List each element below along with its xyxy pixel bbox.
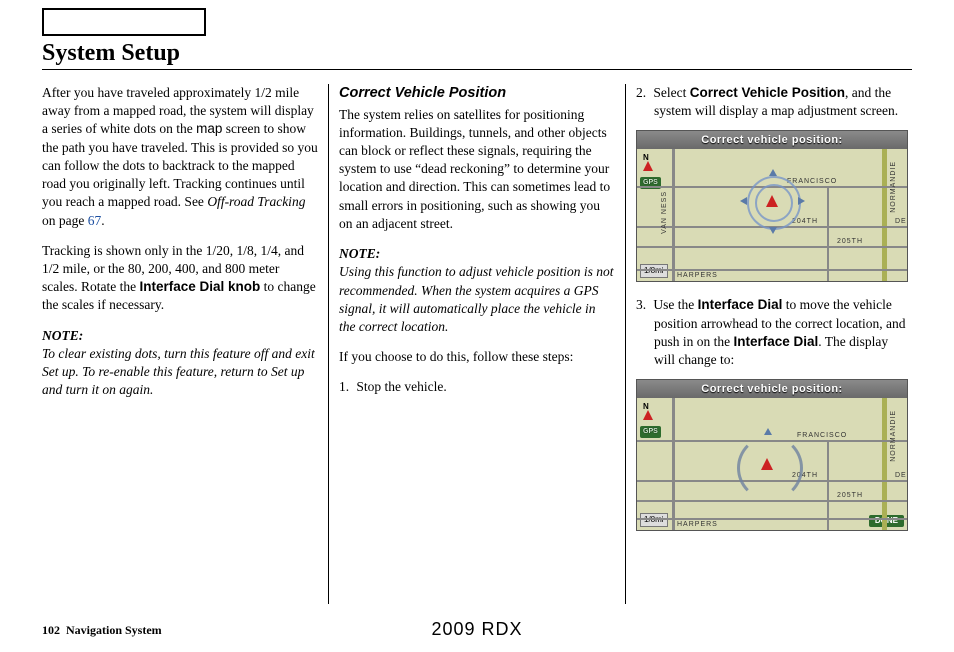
map-screenshot-1: Correct vehicle position: N GPS 1/8mi VA… xyxy=(636,130,908,282)
step1-text: Stop the vehicle. xyxy=(356,379,446,394)
text: Use the xyxy=(653,297,697,312)
text: . xyxy=(101,213,104,228)
compass-icon-2: N xyxy=(641,402,655,424)
dial-knob: Interface Dial knob xyxy=(139,279,260,294)
section-name: Navigation System xyxy=(66,623,162,637)
c2-para1: The system relies on satellites for posi… xyxy=(339,106,615,234)
lbl-vanness: VAN NESS xyxy=(660,191,669,234)
column-2: Correct Vehicle Position The system reli… xyxy=(328,84,626,604)
footer-model: 2009 RDX xyxy=(431,619,522,640)
gps-badge-2: GPS xyxy=(640,426,661,437)
tick-w xyxy=(740,197,747,205)
tick-s xyxy=(769,227,777,234)
scale-badge: 1/8mi xyxy=(640,264,668,278)
offroad-ref: Off-road Tracking xyxy=(207,194,305,209)
text: Select xyxy=(653,85,689,100)
scale-badge-2: 1/8mi xyxy=(640,513,668,527)
map-word: map xyxy=(196,121,222,136)
c1-para2: Tracking is shown only in the 1/20, 1/8,… xyxy=(42,242,318,315)
c2-para2: If you choose to do this, follow these s… xyxy=(339,348,615,366)
column-1: After you have traveled approximately 1/… xyxy=(42,84,328,604)
compass-icon: N xyxy=(641,153,655,175)
footer-left: 102 Navigation System xyxy=(42,623,162,638)
map1-header: Correct vehicle position: xyxy=(637,131,907,149)
cvp-label: Correct Vehicle Position xyxy=(690,85,845,100)
tick-e xyxy=(798,197,805,205)
lbl-harpers: HARPERS xyxy=(677,271,718,280)
lbl-205th: 205TH xyxy=(837,237,863,246)
road-v1 xyxy=(672,149,675,281)
vehicle-arrow-icon xyxy=(766,195,778,207)
vehicle-arrow-icon-2 xyxy=(761,458,773,470)
road-v3b xyxy=(827,440,829,530)
dial-2: Interface Dial xyxy=(734,334,819,349)
lbl-205th-2: 205TH xyxy=(837,491,863,500)
step-1: 1. Stop the vehicle. xyxy=(339,378,615,396)
compass-arrow-icon xyxy=(643,161,653,171)
page-title: System Setup xyxy=(42,40,912,70)
lbl-francisco-2: FRANCISCO xyxy=(797,431,847,440)
page: System Setup After you have traveled app… xyxy=(0,0,954,652)
road-v2 xyxy=(882,149,887,281)
dial-1: Interface Dial xyxy=(698,297,783,312)
page-link[interactable]: 67 xyxy=(88,213,102,228)
tick-n2 xyxy=(764,428,772,435)
lbl-de: DE xyxy=(895,217,907,226)
note-head-2: NOTE: xyxy=(339,245,615,263)
lbl-de-2: DE xyxy=(895,471,907,480)
lbl-normandie-2: NORMANDIE xyxy=(889,410,898,462)
columns: After you have traveled approximately 1/… xyxy=(42,84,912,604)
note-head: NOTE: xyxy=(42,327,318,345)
tick-n xyxy=(769,169,777,176)
road-v1b xyxy=(672,398,675,530)
note-body: To clear existing dots, turn this featur… xyxy=(42,345,318,400)
text: on page xyxy=(42,213,88,228)
page-number: 102 xyxy=(42,623,60,637)
lbl-204th: 204TH xyxy=(792,217,818,226)
map2-header: Correct vehicle position: xyxy=(637,380,907,398)
c1-para1: After you have traveled approximately 1/… xyxy=(42,84,318,230)
road-v3 xyxy=(827,186,829,281)
lbl-normandie: NORMANDIE xyxy=(889,161,898,213)
lbl-harpers-2: HARPERS xyxy=(677,520,718,529)
top-box xyxy=(42,8,206,36)
map-screenshot-2: Correct vehicle position: N GPS 1/8mi DO… xyxy=(636,379,908,531)
road-h3 xyxy=(637,246,907,248)
step-2: 2. Select Correct Vehicle Position, and … xyxy=(636,84,912,120)
subhead-cvp: Correct Vehicle Position xyxy=(339,84,615,104)
column-3: 2. Select Correct Vehicle Position, and … xyxy=(626,84,912,604)
compass-arrow-icon-2 xyxy=(643,410,653,420)
road-v2b xyxy=(882,398,887,530)
step-3: 3. Use the Interface Dial to move the ve… xyxy=(636,296,912,369)
note-body-2: Using this function to adjust vehicle po… xyxy=(339,263,615,336)
